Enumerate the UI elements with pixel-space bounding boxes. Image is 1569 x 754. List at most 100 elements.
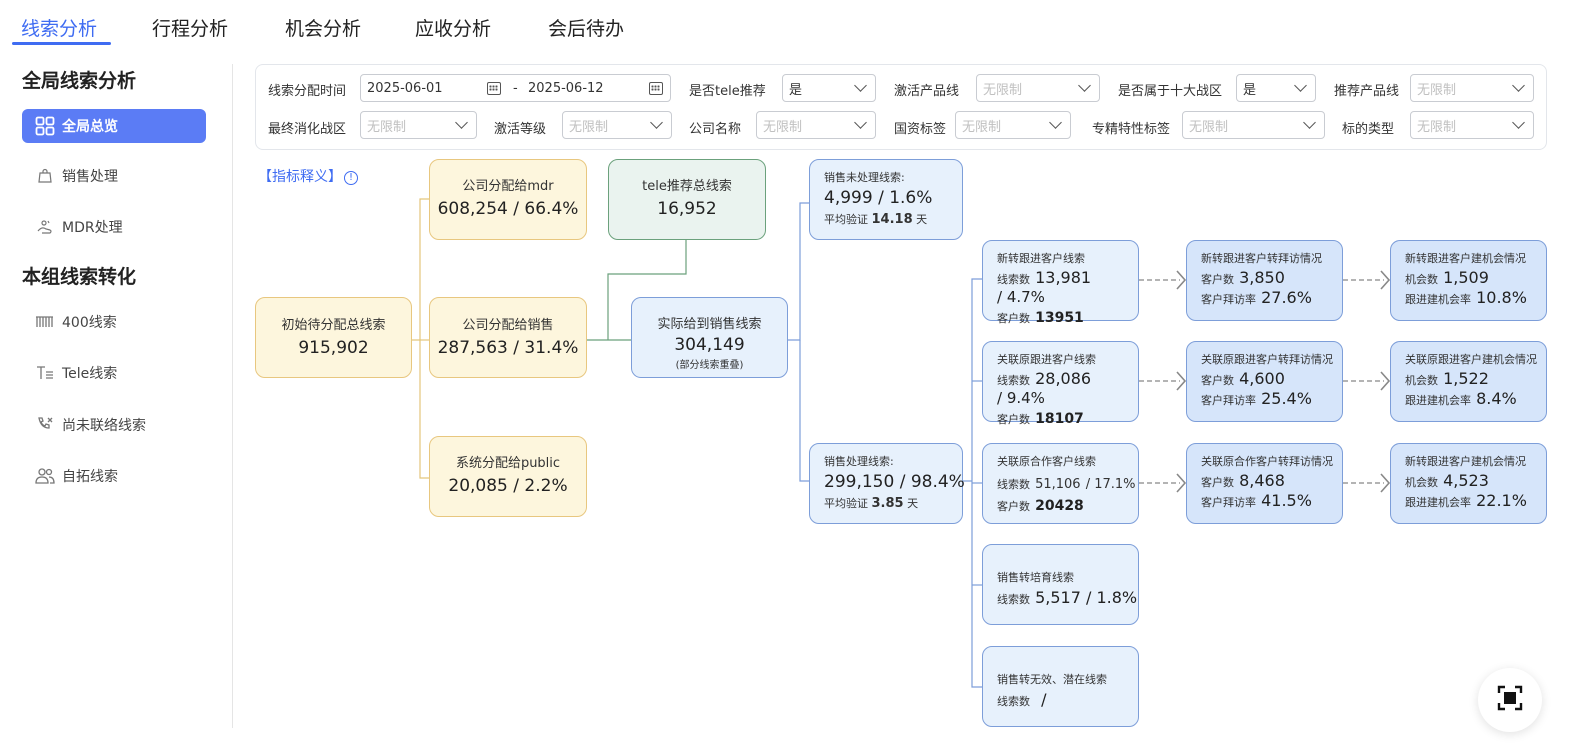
node-cust-row: 客户数 18107 [997,408,1138,427]
node-visit-related-follow: 关联原跟进客户转拜访情况 客户数 4,600 客户拜访率 25.4% [1186,341,1343,422]
rate-label: 客户拜访率 [1201,496,1256,509]
node-opp-related-coop: 新转跟进客户建机会情况 机会数 4,523 跟进建机会率 22.1% [1390,443,1547,524]
node-rate-row: 客户拜访率 25.4% [1201,389,1342,408]
node-count-row: 线索数 5,517 / 1.8% [997,588,1138,607]
node-value: 4,999 / 1.6% [824,188,933,208]
avg-unit: 天 [907,497,919,510]
node-cust-row: 客户数 3,850 [1201,268,1342,287]
cust-label: 客户数 [997,312,1030,325]
cust-value: 18107 [1035,411,1084,427]
node-title: 公司分配给mdr [462,179,554,194]
node-value: 304,149 [674,335,745,355]
node-title: 销售转无效、潜在线索 [997,673,1107,686]
opp-value: 1,522 [1443,369,1489,388]
node-value: 608,254 / 66.4% [437,199,579,219]
node-value: 287,563 / 31.4% [437,338,579,358]
node-assign-public: 系统分配给public 20,085 / 2.2% [429,436,587,517]
node-note: (部分线索重叠) [675,360,744,371]
avg-label: 平均验证 [824,213,868,226]
rate-value: 27.6% [1261,288,1312,307]
cust-label: 客户数 [1201,273,1234,286]
cust-value: 4,600 [1239,369,1285,388]
cust-value: 13951 [1035,310,1084,326]
node-lead-invalid: 销售转无效、潜在线索 线索数 / [982,646,1139,727]
node-avg-row: 平均验证 14.18 天 [824,211,962,227]
count-value: 51,106 [1035,477,1081,492]
node-actual-sales-leads: 实际给到销售线索 304,149 (部分线索重叠) [631,297,788,378]
avg-value: 3.85 [871,496,904,511]
node-assign-mdr: 公司分配给mdr 608,254 / 66.4% [429,159,587,240]
node-rate-row: 跟进建机会率 22.1% [1405,491,1546,510]
node-title: 关联原跟进客户线索 [997,353,1096,366]
node-lead-related-follow: 关联原跟进客户线索 线索数 28,086 / 9.4% 客户数 18107 [982,341,1139,427]
opp-value: 4,523 [1443,471,1489,490]
node-rate-row: 跟进建机会率 8.4% [1405,389,1546,408]
count-pct: / 17.1% [1085,477,1136,492]
cust-label: 客户数 [1201,476,1234,489]
count-label: 线索数 [997,374,1030,387]
node-cust-row: 客户数 4,600 [1201,369,1342,388]
node-title: 销售处理线索: [824,455,894,468]
opp-label: 机会数 [1405,476,1438,489]
rate-value: 41.5% [1261,491,1312,510]
node-opp-row: 机会数 1,509 [1405,268,1546,287]
node-value: 20,085 / 2.2% [448,476,568,496]
count-value: 28,086 [1035,369,1092,388]
node-assign-sales: 公司分配给销售 287,563 / 31.4% [429,297,587,378]
count-label: 线索数 [997,273,1030,286]
node-title: 新转跟进客户建机会情况 [1405,252,1526,265]
fullscreen-icon [1497,685,1523,715]
cust-value: 3,850 [1239,268,1285,287]
node-value: 299,150 / 98.4% [824,472,965,492]
node-title: 系统分配给public [455,456,561,471]
node-lead-nurture: 销售转培育线索 线索数 5,517 / 1.8% [982,544,1139,625]
node-title: 公司分配给销售 [462,318,554,333]
rate-label: 客户拜访率 [1201,293,1256,306]
node-title: 新转跟进客户线索 [997,252,1085,265]
cust-value: 20428 [1035,498,1084,514]
node-title: 关联原跟进客户建机会情况 [1405,353,1537,366]
node-processed-leads: 销售处理线索: 299,150 / 98.4% 平均验证 3.85 天 [809,443,965,524]
node-opp-related-follow: 关联原跟进客户建机会情况 机会数 1,522 跟进建机会率 8.4% [1390,341,1547,422]
node-cust-row: 客户数 20428 [997,495,1138,514]
opp-label: 机会数 [1405,374,1438,387]
node-title: 关联原跟进客户转拜访情况 [1201,353,1333,366]
node-rate-row: 客户拜访率 41.5% [1201,491,1342,510]
node-lead-related-coop: 关联原合作客户线索 线索数 51,106 / 17.1% 客户数 20428 [982,443,1139,524]
node-lead-new-follow: 新转跟进客户线索 线索数 13,981 / 4.7% 客户数 13951 [982,240,1139,326]
rate-value: 8.4% [1476,389,1517,408]
node-title: 关联原合作客户转拜访情况 [1201,455,1333,468]
opp-value: 1,509 [1443,268,1489,287]
cust-label: 客户数 [1201,374,1234,387]
rate-label: 跟进建机会率 [1405,293,1471,306]
node-count-row: 线索数 28,086 / 9.4% [997,369,1138,407]
node-cust-row: 客户数 8,468 [1201,471,1342,490]
count-label: 线索数 [997,478,1030,491]
opp-label: 机会数 [1405,273,1438,286]
count-pct: / 9.4% [997,389,1045,407]
count-value: 13,981 [1035,268,1092,287]
node-title: tele推荐总线索 [642,179,732,194]
rate-value: 22.1% [1476,491,1527,510]
node-avg-row: 平均验证 3.85 天 [824,495,962,511]
node-rate-row: 客户拜访率 27.6% [1201,288,1342,307]
node-count-row: 线索数 / [997,690,1138,709]
rate-label: 客户拜访率 [1201,394,1256,407]
node-title: 实际给到销售线索 [657,317,762,332]
avg-unit: 天 [916,213,928,226]
rate-label: 跟进建机会率 [1405,394,1471,407]
rate-value: 10.8% [1476,288,1527,307]
node-opp-row: 机会数 1,522 [1405,369,1546,388]
node-title: 关联原合作客户线索 [997,455,1096,468]
node-title: 初始待分配总线索 [281,318,386,333]
cust-label: 客户数 [997,413,1030,426]
node-initial-leads: 初始待分配总线索 915,902 [255,297,412,378]
node-count-row: 线索数 51,106 / 17.1% [997,473,1138,492]
node-unprocessed-leads: 销售未处理线索: 4,999 / 1.6% 平均验证 14.18 天 [809,159,963,240]
rate-value: 25.4% [1261,389,1312,408]
fullscreen-button[interactable] [1478,668,1542,732]
count-value: / [1041,690,1047,709]
node-value: 915,902 [298,338,369,358]
node-title: 销售未处理线索: [824,171,905,184]
count-label: 线索数 [997,593,1030,606]
